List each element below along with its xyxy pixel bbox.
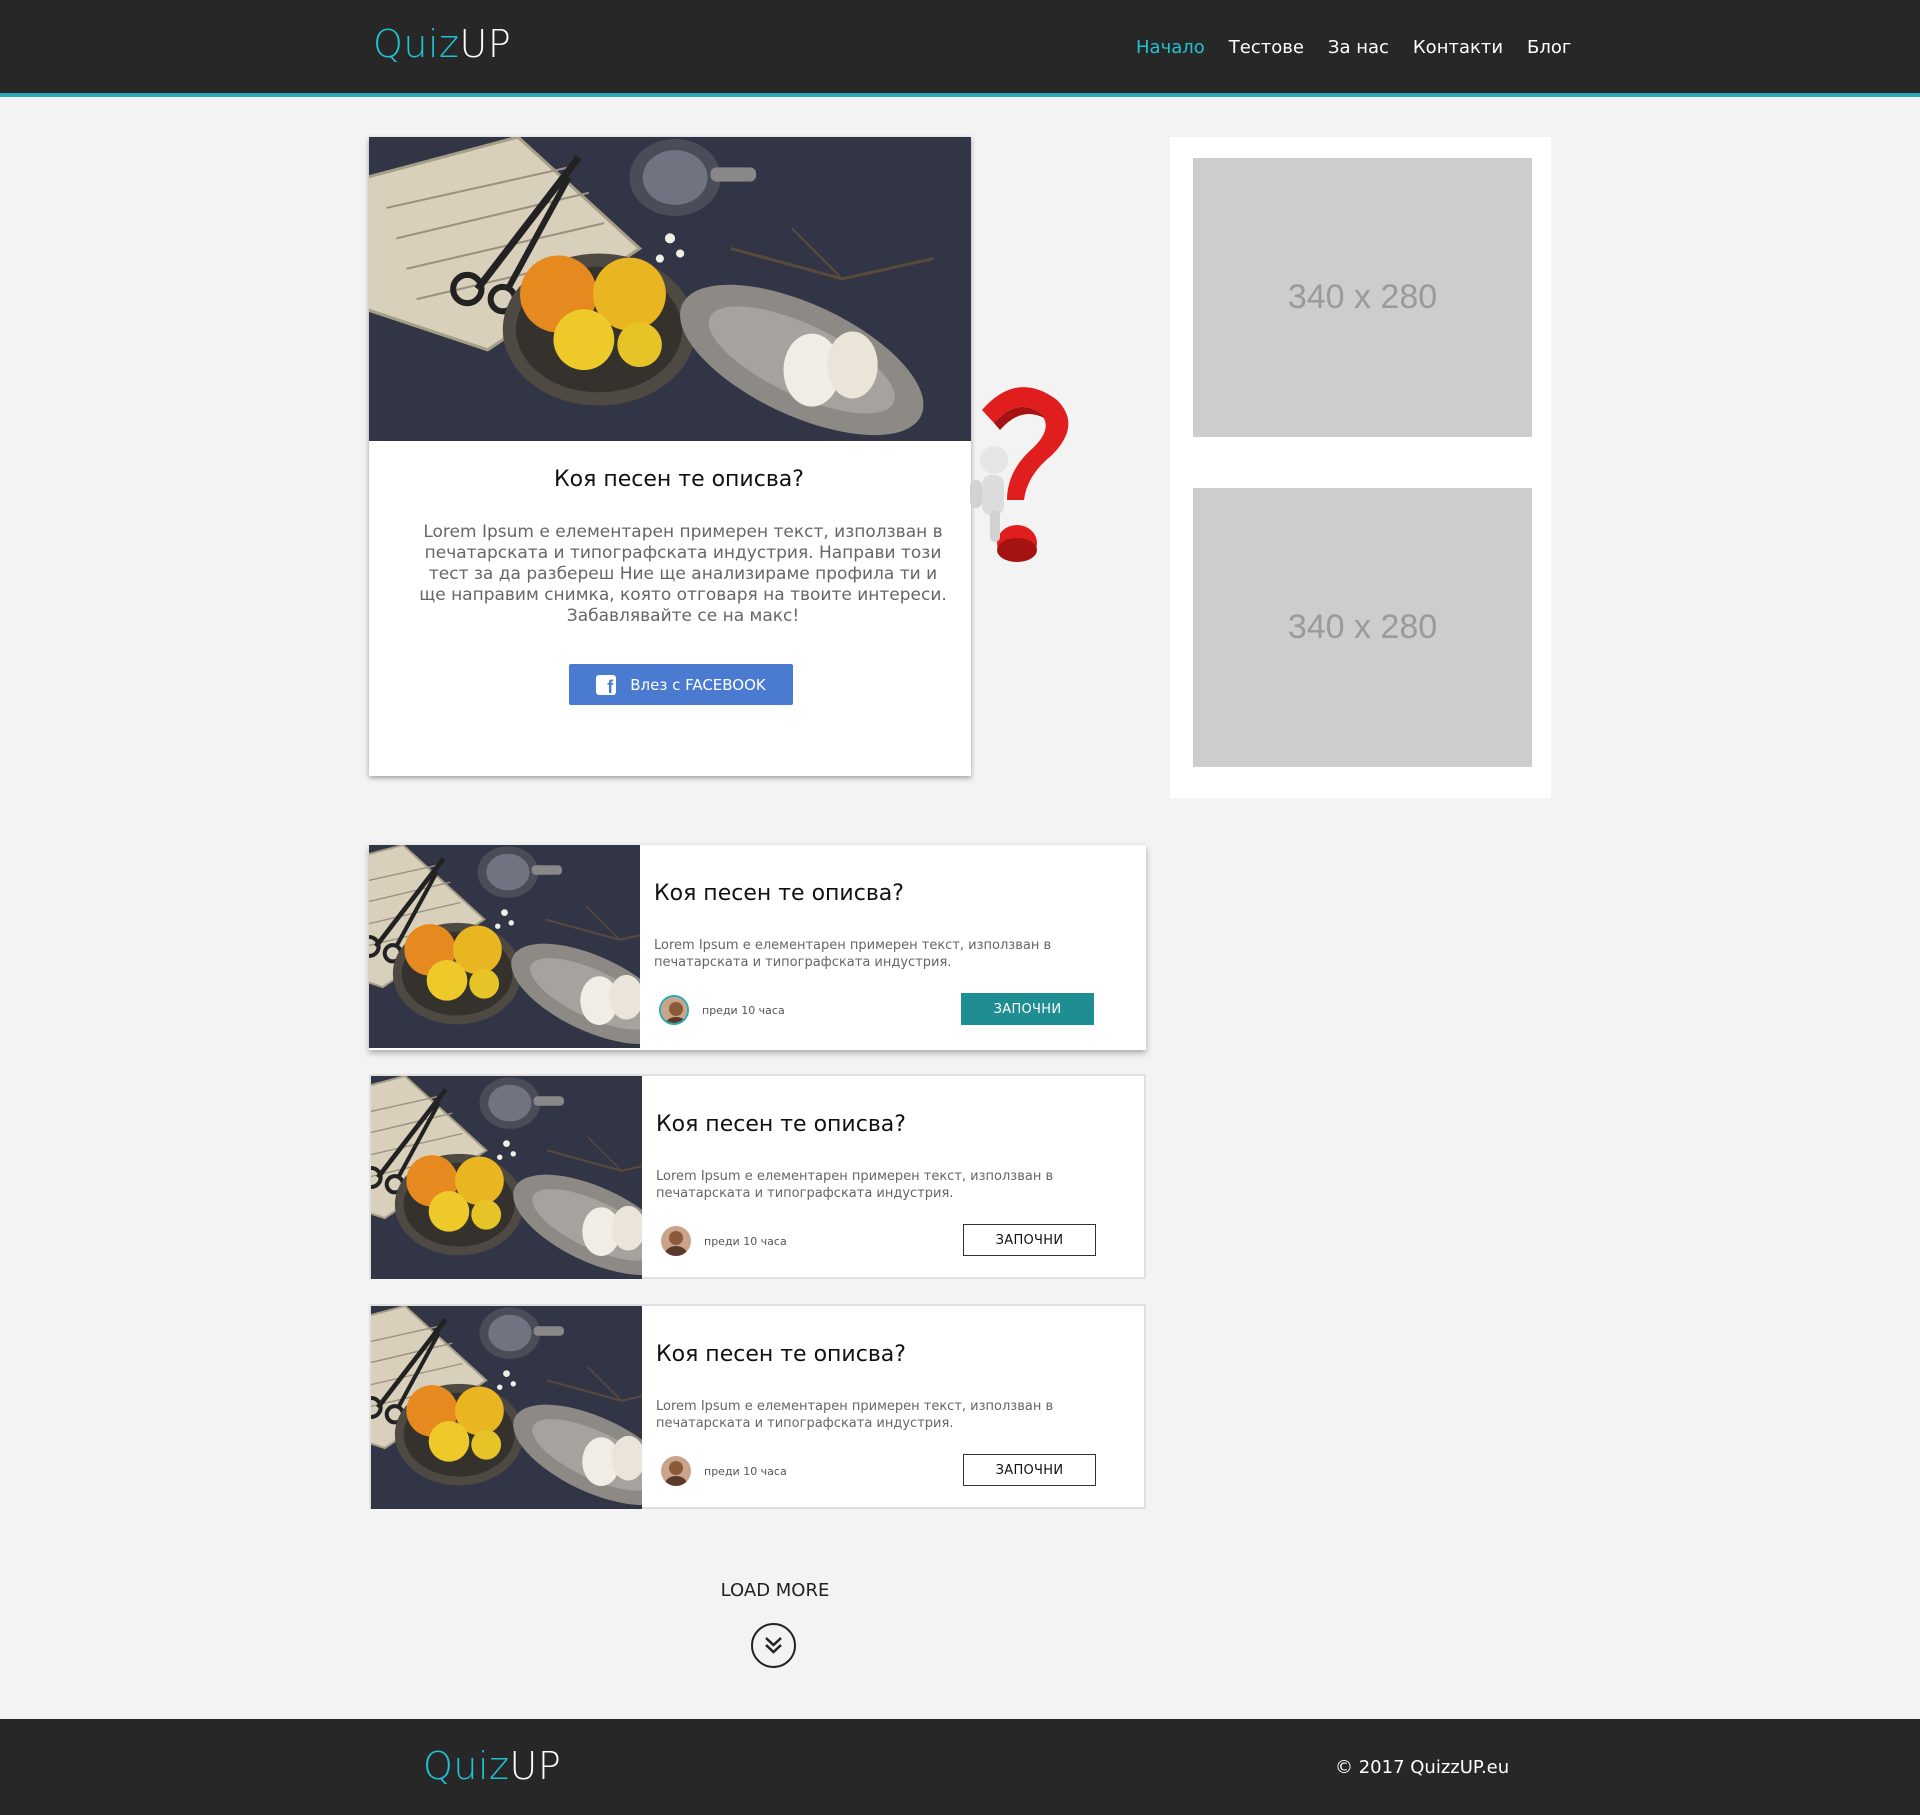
start-quiz-button[interactable]: ЗАПОЧНИ	[961, 993, 1094, 1025]
featured-quiz-title: Коя песен те описва?	[554, 467, 804, 492]
quiz-description: Lorem Ipsum е елементарен примерен текст…	[654, 938, 1052, 970]
quiz-description: Lorem Ipsum е елементарен примерен текст…	[656, 1399, 1054, 1431]
footer-logo[interactable]: QuizUP	[423, 1744, 561, 1788]
load-more-label[interactable]: LOAD MORE	[700, 1580, 850, 1601]
ad-placeholder[interactable]: 340 x 280	[1193, 158, 1532, 437]
facebook-login-label: Влез с FACEBOOK	[630, 675, 766, 694]
quiz-list-item[interactable]: Коя песен те описва? Lorem Ipsum е елеме…	[369, 1304, 1146, 1509]
quiz-timestamp: преди 10 часа	[702, 1004, 785, 1017]
start-quiz-button[interactable]: ЗАПОЧНИ	[963, 1454, 1096, 1486]
copyright-text: © 2017 QuizzUP.eu	[1335, 1757, 1510, 1778]
main-nav: Начало Тестове За нас Контакти Блог	[1136, 37, 1595, 58]
question-mark-figure-icon	[970, 387, 1069, 562]
ads-sidebar: 340 x 280 340 x 280	[1170, 137, 1551, 798]
quiz-title: Коя песен те описва?	[654, 881, 904, 906]
logo-quiz-text: Quiz	[423, 1744, 510, 1788]
quiz-title: Коя песен те описва?	[656, 1112, 906, 1137]
featured-quiz-card: Коя песен те описва? Lorem Ipsum е елеме…	[369, 137, 971, 776]
logo-quiz-text: Quiz	[373, 22, 460, 66]
double-chevron-down-icon[interactable]	[751, 1623, 796, 1668]
start-quiz-button[interactable]: ЗАПОЧНИ	[963, 1224, 1096, 1256]
header-logo[interactable]: QuizUP	[373, 22, 511, 66]
author-avatar	[659, 995, 689, 1025]
ad-placeholder[interactable]: 340 x 280	[1193, 488, 1532, 767]
quiz-list-item[interactable]: Коя песен те описва? Lorem Ipsum е елеме…	[369, 845, 1146, 1050]
nav-item-blog[interactable]: Блог	[1527, 37, 1571, 58]
facebook-login-button[interactable]: f Влез с FACEBOOK	[569, 664, 793, 705]
nav-item-tests[interactable]: Тестове	[1229, 37, 1304, 58]
nav-item-contacts[interactable]: Контакти	[1413, 37, 1503, 58]
quiz-thumbnail	[371, 1076, 642, 1279]
author-avatar	[661, 1226, 691, 1256]
quiz-list-item[interactable]: Коя песен те описва? Lorem Ipsum е елеме…	[369, 1074, 1146, 1279]
quiz-description: Lorem Ipsum е елементарен примерен текст…	[656, 1169, 1054, 1201]
site-footer: QuizUP © 2017 QuizzUP.eu	[0, 1719, 1920, 1815]
quiz-timestamp: преди 10 часа	[704, 1465, 787, 1478]
quiz-thumbnail	[371, 1306, 642, 1509]
author-avatar	[661, 1456, 691, 1486]
logo-up-text: UP	[509, 1744, 562, 1788]
quiz-title: Коя песен те описва?	[656, 1342, 906, 1367]
facebook-icon: f	[596, 674, 617, 696]
quiz-timestamp: преди 10 часа	[704, 1235, 787, 1248]
featured-quiz-description: Lorem Ipsum е елементарен примерен текст…	[419, 522, 947, 626]
logo-up-text: UP	[459, 22, 512, 66]
nav-item-home[interactable]: Начало	[1136, 37, 1205, 58]
nav-item-about[interactable]: За нас	[1328, 37, 1389, 58]
site-header: QuizUP Начало Тестове За нас Контакти Бл…	[0, 0, 1920, 97]
featured-quiz-image	[369, 137, 971, 441]
quiz-thumbnail	[369, 845, 640, 1048]
